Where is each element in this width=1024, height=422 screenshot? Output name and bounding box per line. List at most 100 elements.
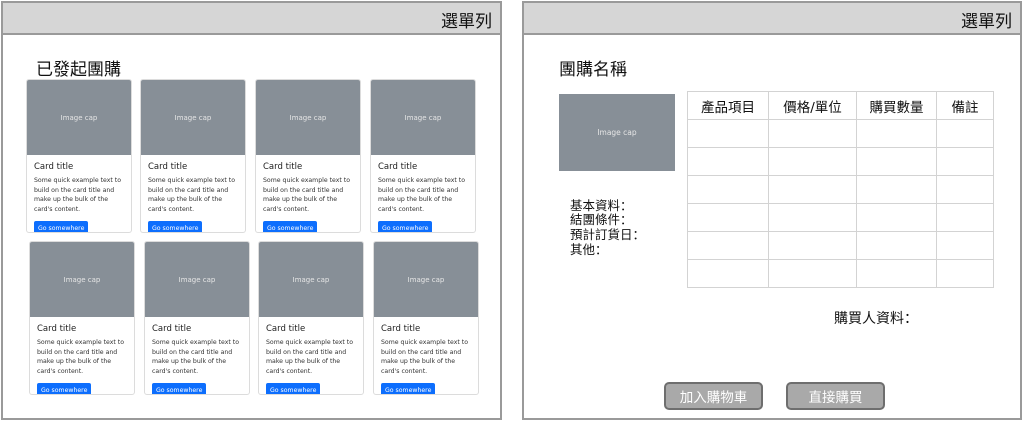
group-detail-panel: 選單列 團購名稱 Image cap 基本資料： 結團條件： 預計訂貨日： 其他…: [522, 1, 1022, 420]
image-cap-label: Image cap: [60, 113, 98, 122]
card-body: Card title Some quick example text to bui…: [371, 155, 475, 232]
table-cell[interactable]: [856, 203, 937, 232]
card-body: Card title Some quick example text to bui…: [145, 317, 249, 394]
image-cap-label: Image cap: [292, 275, 330, 284]
page-title: 已發起團購: [36, 60, 121, 80]
table-cell[interactable]: [768, 259, 857, 288]
image-cap-label: Image cap: [597, 128, 637, 137]
card-text: Some quick example text to build on the …: [152, 339, 240, 375]
go-somewhere-button[interactable]: Go somewhere: [37, 383, 92, 394]
card-title: Card title: [378, 162, 418, 172]
card-image: Image cap: [27, 80, 131, 155]
table-row: [687, 147, 994, 176]
card-text: Some quick example text to build on the …: [381, 339, 469, 375]
card-text: Some quick example text to build on the …: [263, 177, 351, 213]
product-table: 產品項目 價格/單位 購買數量 備註: [687, 91, 994, 288]
card-body: Card title Some quick example text to bui…: [30, 317, 134, 394]
card-image: Image cap: [371, 80, 475, 155]
table-cell[interactable]: [936, 259, 994, 288]
card-image: Image cap: [145, 242, 249, 317]
card-title: Card title: [37, 324, 77, 334]
col-note: 備註: [936, 91, 994, 120]
card-title: Card title: [148, 162, 188, 172]
go-somewhere-button[interactable]: Go somewhere: [266, 383, 321, 394]
table-cell[interactable]: [687, 119, 769, 148]
table-cell[interactable]: [936, 231, 994, 260]
card-text: Some quick example text to build on the …: [37, 339, 125, 375]
card-body: Card title Some quick example text to bui…: [259, 317, 363, 394]
card-title: Card title: [34, 162, 74, 172]
card-text: Some quick example text to build on the …: [378, 177, 466, 213]
table-row: [687, 203, 994, 232]
image-cap-label: Image cap: [178, 275, 216, 284]
image-cap-label: Image cap: [63, 275, 101, 284]
table-cell[interactable]: [687, 147, 769, 176]
table-cell[interactable]: [687, 259, 769, 288]
col-product: 產品項目: [687, 91, 769, 120]
table-row: [687, 175, 994, 204]
buyer-info-label: 購買人資料：: [834, 311, 918, 327]
table-header-row: 產品項目 價格/單位 購買數量 備註: [687, 91, 994, 120]
table-cell[interactable]: [687, 203, 769, 232]
table-row: [687, 231, 994, 260]
table-cell[interactable]: [936, 119, 994, 148]
menu-label[interactable]: 選單列: [441, 7, 492, 32]
info-other: 其他：: [570, 242, 608, 257]
group-card[interactable]: Image cap Card title Some quick example te…: [140, 79, 246, 233]
card-title: Card title: [152, 324, 192, 334]
table-cell[interactable]: [936, 147, 994, 176]
group-card[interactable]: Image cap Card title Some quick example te…: [373, 241, 479, 395]
card-title: Card title: [266, 324, 306, 334]
table-cell[interactable]: [768, 203, 857, 232]
table-cell[interactable]: [687, 231, 769, 260]
card-image: Image cap: [30, 242, 134, 317]
group-card[interactable]: Image cap Card title Some quick example te…: [144, 241, 250, 395]
table-cell[interactable]: [768, 231, 857, 260]
menu-label[interactable]: 選單列: [961, 7, 1012, 32]
col-quantity: 購買數量: [856, 91, 937, 120]
go-somewhere-button[interactable]: Go somewhere: [152, 383, 207, 394]
card-text: Some quick example text to build on the …: [34, 177, 122, 213]
card-body: Card title Some quick example text to bui…: [27, 155, 131, 232]
card-text: Some quick example text to build on the …: [266, 339, 354, 375]
group-card[interactable]: Image cap Card title Some quick example te…: [26, 79, 132, 233]
card-body: Card title Some quick example text to bui…: [374, 317, 478, 394]
table-cell[interactable]: [936, 175, 994, 204]
table-row: [687, 259, 994, 288]
group-card[interactable]: Image cap Card title Some quick example te…: [370, 79, 476, 233]
go-somewhere-button[interactable]: Go somewhere: [34, 221, 89, 232]
menu-bar[interactable]: 選單列: [3, 3, 500, 35]
table-cell[interactable]: [768, 119, 857, 148]
table-cell[interactable]: [856, 175, 937, 204]
go-somewhere-button[interactable]: Go somewhere: [263, 221, 318, 232]
table-row: [687, 119, 994, 148]
card-image: Image cap: [259, 242, 363, 317]
table-cell[interactable]: [768, 147, 857, 176]
buy-now-button[interactable]: 直接購買: [786, 382, 885, 410]
card-image: Image cap: [374, 242, 478, 317]
table-cell[interactable]: [856, 259, 937, 288]
go-somewhere-button[interactable]: Go somewhere: [148, 221, 203, 232]
card-body: Card title Some quick example text to bui…: [141, 155, 245, 232]
group-card[interactable]: Image cap Card title Some quick example te…: [258, 241, 364, 395]
group-list-panel: 選單列 已發起團購 Image cap Card title Some quick …: [1, 1, 502, 420]
card-text: Some quick example text to build on the …: [148, 177, 236, 213]
card-image: Image cap: [256, 80, 360, 155]
col-price: 價格/單位: [768, 91, 857, 120]
add-to-cart-button[interactable]: 加入購物車: [664, 382, 763, 410]
group-card[interactable]: Image cap Card title Some quick example te…: [29, 241, 135, 395]
group-card[interactable]: Image cap Card title Some quick example te…: [255, 79, 361, 233]
table-cell[interactable]: [856, 119, 937, 148]
menu-bar[interactable]: 選單列: [524, 3, 1020, 35]
table-cell[interactable]: [936, 203, 994, 232]
card-image: Image cap: [141, 80, 245, 155]
card-body: Card title Some quick example text to bui…: [256, 155, 360, 232]
image-cap-label: Image cap: [404, 113, 442, 122]
table-cell[interactable]: [856, 147, 937, 176]
table-cell[interactable]: [687, 175, 769, 204]
table-cell[interactable]: [768, 175, 857, 204]
image-cap-label: Image cap: [289, 113, 327, 122]
table-cell[interactable]: [856, 231, 937, 260]
go-somewhere-button[interactable]: Go somewhere: [378, 221, 433, 232]
go-somewhere-button[interactable]: Go somewhere: [381, 383, 436, 394]
